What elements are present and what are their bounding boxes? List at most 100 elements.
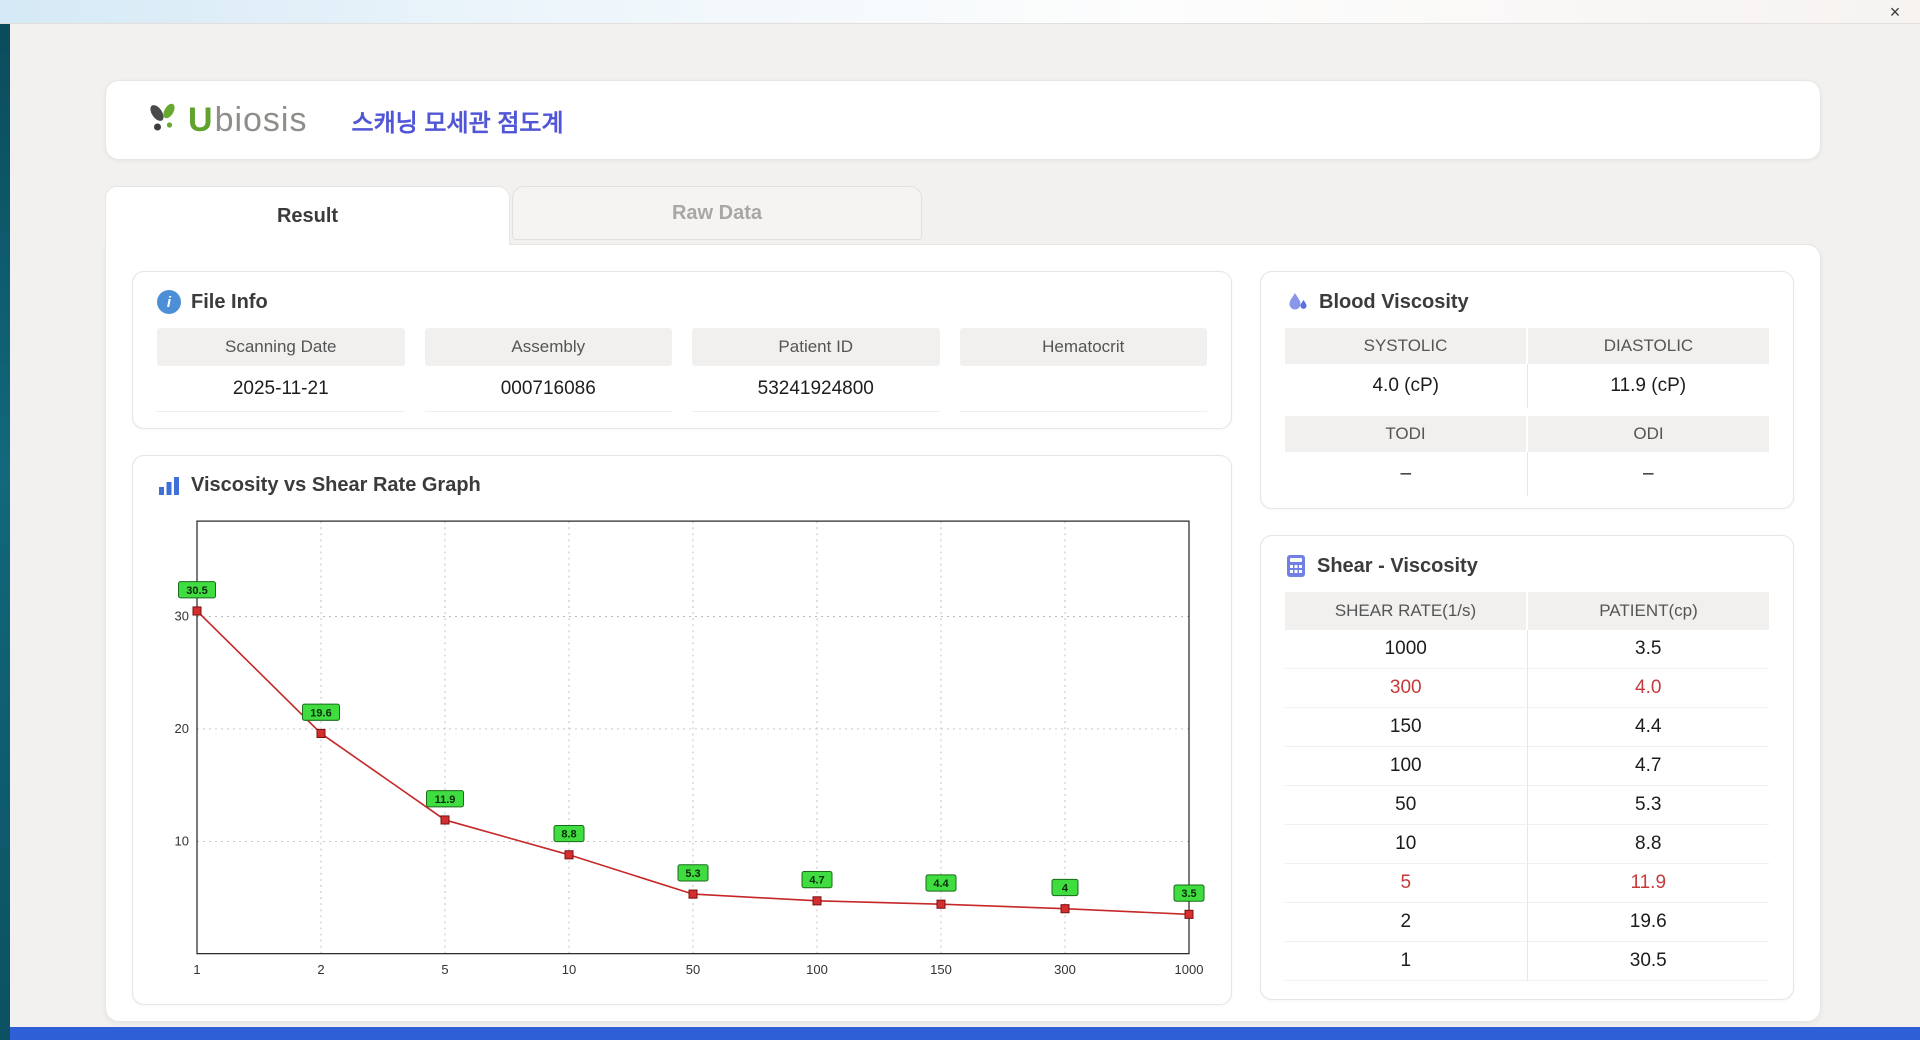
svg-text:4.7: 4.7 [809, 875, 824, 887]
shear-rate-column-header: SHEAR RATE(1/s) [1285, 592, 1526, 630]
shear-viscosity-row: 1000 3.5 [1285, 630, 1769, 669]
patient-viscosity-cell: 8.8 [1526, 825, 1769, 864]
blood-viscosity-header-cell: TODI [1285, 416, 1526, 452]
shear-rate-cell: 5 [1285, 864, 1527, 903]
blood-viscosity-value-cell: – [1526, 452, 1770, 496]
shear-viscosity-row: 150 4.4 [1285, 708, 1769, 747]
svg-text:20: 20 [175, 721, 189, 736]
file-info-fields: Scanning Date 2025-11-21 Assembly 000716… [157, 328, 1207, 412]
patient-viscosity-cell: 3.5 [1526, 630, 1769, 669]
svg-text:1: 1 [193, 962, 200, 977]
bar-chart-icon [159, 476, 179, 495]
blood-viscosity-value-row: – – [1285, 452, 1769, 496]
svg-text:2: 2 [317, 962, 324, 977]
viscosity-chart-svg: 10 20 30 1 2 5 10 50 100 150 300 1000 30.5 19.6 11.9 8.… [175, 520, 1205, 977]
app-title-korean: 스캐닝 모세관 점도계 [351, 109, 564, 137]
svg-text:300: 300 [1054, 962, 1076, 977]
blood-viscosity-value-cell: 4.0 (cP) [1372, 375, 1440, 396]
blood-viscosity-value-cell: – [1400, 463, 1412, 484]
file-info-field: Hematocrit [959, 328, 1207, 412]
info-icon: i [157, 290, 181, 314]
blood-viscosity-header-cell: SYSTOLIC [1285, 328, 1526, 364]
file-info-field-label: Patient ID [692, 328, 940, 366]
file-info-field-value: 2025-11-21 [157, 366, 405, 412]
svg-text:30: 30 [175, 609, 189, 624]
svg-text:5: 5 [441, 962, 448, 977]
svg-text:1000: 1000 [1175, 962, 1204, 977]
svg-text:10: 10 [562, 962, 576, 977]
patient-viscosity-cell: 4.0 [1526, 669, 1769, 708]
shear-rate-cell: 1000 [1285, 630, 1527, 669]
tab-result[interactable]: Result [105, 186, 510, 245]
patient-viscosity-cell: 4.4 [1526, 708, 1769, 747]
patient-column-header: PATIENT(cp) [1526, 592, 1769, 630]
shear-rate-cell: 1 [1285, 942, 1527, 981]
calculator-icon [1287, 555, 1305, 577]
shear-viscosity-row: 5 11.9 [1285, 864, 1769, 903]
file-info-field-label: Hematocrit [959, 328, 1207, 366]
window-title-bar: × [0, 0, 1920, 24]
logo-text-u: U [188, 100, 213, 139]
tab-bar: Result Raw Data [105, 186, 922, 245]
file-info-field-value: 53241924800 [692, 366, 940, 412]
patient-viscosity-cell: 5.3 [1526, 786, 1769, 825]
blood-viscosity-header-row: TODI ODI [1285, 416, 1769, 452]
svg-text:30.5: 30.5 [186, 585, 207, 597]
file-info-field-label: Assembly [424, 328, 672, 366]
file-info-card: i File Info Scanning Date 2025-11-21 Ass… [132, 271, 1232, 429]
file-info-title-row: i File Info [157, 290, 1207, 314]
blood-viscosity-value-cell: 11.9 (cP) [1526, 364, 1770, 408]
blood-viscosity-row-gap [1285, 408, 1769, 416]
tab-raw-data[interactable]: Raw Data [512, 186, 922, 240]
shear-viscosity-row: 10 8.8 [1285, 825, 1769, 864]
result-tab-panel: i File Info Scanning Date 2025-11-21 Ass… [105, 244, 1821, 1022]
patient-viscosity-cell: 30.5 [1526, 942, 1769, 981]
shear-viscosity-title-row: Shear - Viscosity [1285, 554, 1769, 578]
shear-rate-cell: 300 [1285, 669, 1527, 708]
ubiosis-leaf-icon [150, 103, 175, 131]
left-column: i File Info Scanning Date 2025-11-21 Ass… [132, 271, 1232, 1005]
app-header: Ubiosis 스캐닝 모세관 점도계 [105, 80, 1821, 160]
window-bottom-bar [10, 1027, 1920, 1040]
ubiosis-logo: Ubiosis [144, 100, 308, 140]
blood-viscosity-header-cell: ODI [1526, 416, 1769, 452]
logo-text-biosis: biosis [214, 100, 308, 139]
shear-viscosity-title: Shear - Viscosity [1317, 554, 1478, 577]
viscosity-chart: 10 20 30 1 2 5 10 50 100 150 300 1000 30.5 19.6 11.9 8.… [157, 511, 1207, 986]
blood-viscosity-table: SYSTOLIC DIASTOLIC 4.0 (cP) 11.9 (cP) TODI OD… [1285, 328, 1769, 496]
file-info-field: Assembly 000716086 [424, 328, 672, 412]
svg-text:11.9: 11.9 [435, 794, 456, 806]
blood-viscosity-title: Blood Viscosity [1319, 290, 1469, 313]
patient-viscosity-cell: 11.9 [1526, 864, 1769, 903]
shear-viscosity-header-row: SHEAR RATE(1/s) PATIENT(cp) [1285, 592, 1769, 630]
svg-text:50: 50 [686, 962, 700, 977]
blood-viscosity-card: Blood Viscosity SYSTOLIC DIASTOLIC 4.0 (cP… [1260, 271, 1794, 509]
shear-rate-cell: 150 [1285, 708, 1527, 747]
svg-text:4.4: 4.4 [933, 878, 949, 890]
shear-viscosity-rows: 1000 3.5 300 4.0 150 4.4 100 4.7 50 5.3 … [1285, 630, 1769, 981]
shear-viscosity-row: 2 19.6 [1285, 903, 1769, 942]
patient-viscosity-cell: 4.7 [1526, 747, 1769, 786]
shear-rate-cell: 100 [1285, 747, 1527, 786]
shear-viscosity-row: 50 5.3 [1285, 786, 1769, 825]
graph-title: Viscosity vs Shear Rate Graph [191, 474, 481, 496]
right-column: Blood Viscosity SYSTOLIC DIASTOLIC 4.0 (cP… [1260, 271, 1794, 1000]
svg-text:3.5: 3.5 [1181, 888, 1196, 900]
shear-viscosity-card: Shear - Viscosity SHEAR RATE(1/s) PATIEN… [1260, 535, 1794, 1000]
patient-viscosity-cell: 19.6 [1526, 903, 1769, 942]
window-close-button[interactable]: × [1884, 2, 1906, 22]
file-info-field: Patient ID 53241924800 [692, 328, 940, 412]
svg-text:4: 4 [1062, 882, 1069, 894]
shear-rate-cell: 2 [1285, 903, 1527, 942]
app-root: Ubiosis 스캐닝 모세관 점도계 Result Raw Data i Fi… [10, 24, 1920, 1027]
file-info-field-label: Scanning Date [157, 328, 405, 366]
file-info-field-value [959, 366, 1207, 412]
blood-viscosity-title-row: Blood Viscosity [1285, 290, 1769, 314]
svg-text:150: 150 [930, 962, 952, 977]
svg-text:8.8: 8.8 [561, 829, 576, 841]
blood-viscosity-header-cell: DIASTOLIC [1526, 328, 1769, 364]
svg-text:10: 10 [175, 833, 189, 848]
shear-viscosity-row: 100 4.7 [1285, 747, 1769, 786]
graph-title-row: Viscosity vs Shear Rate Graph [157, 474, 1207, 497]
file-info-field: Scanning Date 2025-11-21 [157, 328, 405, 412]
